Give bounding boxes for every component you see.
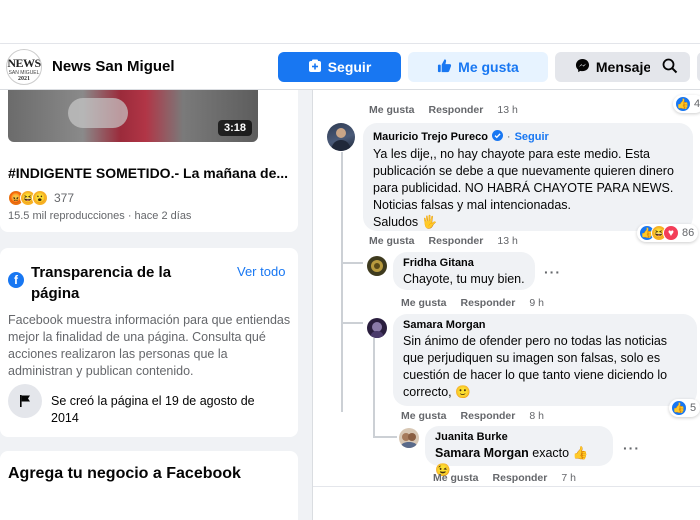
thread-branch <box>341 262 363 264</box>
logo-text: NEWS <box>7 56 41 70</box>
comment-reactions[interactable]: 👍 5 <box>669 399 700 417</box>
avatar[interactable] <box>367 256 387 276</box>
comment-bubble: Fridha Gitana Chayote, tu muy bien. <box>393 252 535 290</box>
comment-actions: Me gusta Responder 8 h <box>401 410 544 422</box>
comment-text: Ya les dije,, no hay chayote para este m… <box>373 147 674 212</box>
avatar[interactable] <box>327 123 355 151</box>
wow-reaction-icon: 😮 <box>32 190 48 206</box>
like-link[interactable]: Me gusta <box>433 472 479 484</box>
comment-actions: Me gusta Responder 13 h <box>369 235 518 247</box>
page-header: NEWS SAN MIGUEL 2021 News San Miguel Seg… <box>0 44 700 90</box>
comment-time: 8 h <box>529 410 544 422</box>
comment-time: 13 h <box>497 235 518 247</box>
video-duration: 3:18 <box>217 120 252 136</box>
top-strip <box>0 0 700 44</box>
verified-badge-icon <box>491 130 503 144</box>
message-label: Mensaje <box>595 59 652 75</box>
comment-author[interactable]: Fridha Gitana <box>403 257 525 269</box>
comment-author[interactable]: Samara Morgan <box>403 319 687 331</box>
messenger-icon <box>575 58 590 76</box>
comment-actions: Me gusta Responder 13 h <box>369 104 518 116</box>
video-thumbnail[interactable]: 3:18 <box>8 90 258 142</box>
comment-time: 7 h <box>561 472 576 484</box>
reply-link[interactable]: Responder <box>461 410 516 422</box>
like-link[interactable]: Me gusta <box>401 410 447 422</box>
transparency-title: Transparencia de la página <box>31 264 172 302</box>
facebook-icon: f <box>8 272 24 288</box>
divider <box>313 486 700 487</box>
comment-author[interactable]: Mauricio Trejo Pureco <box>373 131 488 143</box>
thread-line <box>341 152 343 412</box>
ellipsis-icon[interactable]: ··· <box>544 264 561 280</box>
reply-link[interactable]: Responder <box>493 472 548 484</box>
comment-bubble: Mauricio Trejo Pureco · Seguir Ya les di… <box>363 123 693 231</box>
thread-branch <box>341 322 363 324</box>
like-reaction-icon: 👍 <box>675 96 691 112</box>
reply-link[interactable]: Responder <box>461 297 516 309</box>
like-label: Me gusta <box>458 59 519 75</box>
comment-reactions[interactable]: 👍 4 <box>673 95 700 113</box>
comment-text-closing: Saludos <box>373 215 419 229</box>
comment-text: exacto <box>532 446 570 460</box>
page-name[interactable]: News San Miguel <box>52 58 175 75</box>
love-reaction-icon: ♥ <box>663 225 679 241</box>
like-link[interactable]: Me gusta <box>401 297 447 309</box>
logo-year: 2021 <box>18 76 30 82</box>
reaction-count: 377 <box>54 191 75 205</box>
search-button[interactable] <box>650 52 690 82</box>
comment-reactions[interactable]: 👍 😆 ♥ 86 <box>637 224 699 242</box>
business-title: Agrega tu negocio a Facebook <box>8 465 241 482</box>
reaction-count: 4 <box>694 98 700 110</box>
avatar[interactable] <box>367 318 387 338</box>
follow-link[interactable]: Seguir <box>515 131 549 143</box>
plus-box-icon <box>308 59 322 76</box>
reaction-count: 86 <box>682 227 695 239</box>
thumbs-up-icon <box>437 58 452 76</box>
video-meta: 15.5 mil reproducciones · hace 2 días <box>8 210 192 222</box>
comment-text-line: Sin ánimo de ofender pero no todas las n… <box>403 333 687 401</box>
thumbs-up-emoji-icon: 👍 <box>572 446 589 460</box>
comments-panel: Me gusta Responder 13 h 👍 4 Mauricio Tre… <box>312 90 700 520</box>
search-icon <box>662 58 678 77</box>
comment-bubble: Juanita Burke Samara Morgan exacto 👍 😉 <box>425 426 613 477</box>
thumbnail-figure <box>68 98 128 128</box>
page-created-date: Se creó la página el 19 de agosto de 201… <box>51 394 255 425</box>
like-reaction-icon: 👍 <box>671 400 687 416</box>
comment-bubble: Samara Morgan Sin ánimo de ofender pero … <box>393 314 697 406</box>
smile-emoji-icon: 🙂 <box>455 385 471 399</box>
business-card <box>0 451 298 520</box>
avatar[interactable] <box>399 428 419 448</box>
video-title[interactable]: #INDIGENTE SOMETIDO.- La mañana de... <box>8 165 293 181</box>
follow-button[interactable]: Seguir <box>278 52 401 82</box>
like-link[interactable]: Me gusta <box>369 235 415 247</box>
reply-link[interactable]: Responder <box>429 104 484 116</box>
comment-time: 13 h <box>497 104 518 116</box>
comment-text: Chayote, tu muy bien. <box>403 272 525 286</box>
mention-link[interactable]: Samara Morgan <box>435 446 529 460</box>
like-link[interactable]: Me gusta <box>369 104 415 116</box>
reaction-count: 5 <box>690 402 697 414</box>
comment-author[interactable]: Juanita Burke <box>435 431 603 443</box>
thread-line <box>373 338 375 438</box>
like-page-button[interactable]: Me gusta <box>408 52 548 82</box>
left-column: 3:18 #INDIGENTE SOMETIDO.- La mañana de.… <box>0 90 312 520</box>
video-reactions[interactable]: 😡 😆 😮 377 <box>8 190 74 206</box>
waving-hand-icon: 🖐 <box>421 215 438 229</box>
comment-actions: Me gusta Responder 7 h <box>433 472 576 484</box>
see-all-link[interactable]: Ver todo <box>237 264 285 279</box>
ellipsis-icon[interactable]: ··· <box>623 440 640 456</box>
comment-actions: Me gusta Responder 9 h <box>401 297 544 309</box>
comment-text: Sin ánimo de ofender pero no todas las n… <box>403 334 668 399</box>
flag-icon <box>8 384 42 418</box>
page-logo[interactable]: NEWS SAN MIGUEL 2021 <box>6 49 42 85</box>
reply-link[interactable]: Responder <box>429 235 484 247</box>
transparency-description: Facebook muestra información para que en… <box>8 313 291 378</box>
comment-time: 9 h <box>529 297 544 309</box>
comment-text-line: Saludos 🖐 <box>373 214 683 231</box>
facebook-page-window: NEWS SAN MIGUEL 2021 News San Miguel Seg… <box>0 0 700 520</box>
thread-branch <box>373 436 397 438</box>
comment-author-row: Mauricio Trejo Pureco · Seguir <box>373 130 549 144</box>
follow-label: Seguir <box>327 59 372 75</box>
